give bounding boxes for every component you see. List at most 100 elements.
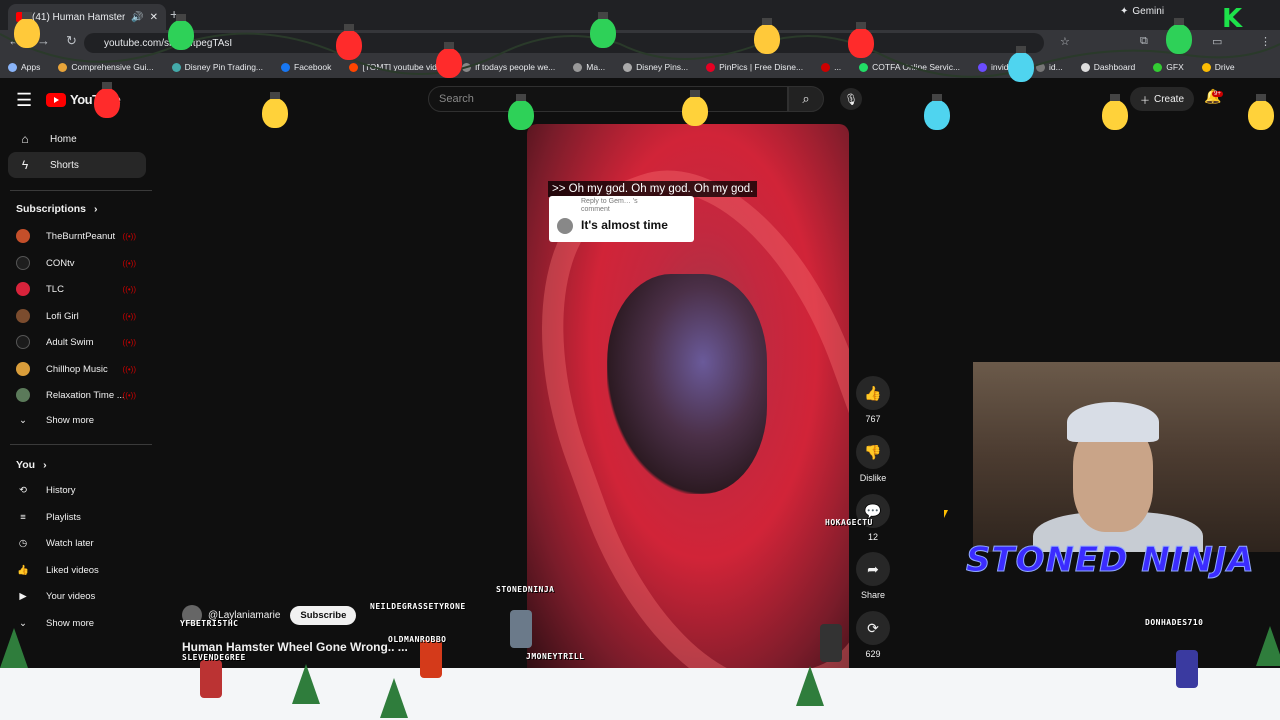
remix-icon: ⟳	[856, 611, 890, 645]
light-bulb-icon	[1248, 94, 1274, 130]
liked-videos-icon: 👍	[17, 565, 29, 576]
mouse-cursor-icon	[944, 510, 948, 518]
light-bulb-icon	[336, 24, 362, 60]
gemini-button[interactable]: ✦ Gemini	[1120, 6, 1164, 17]
sidebar-item-shorts[interactable]: ϟ Shorts	[8, 152, 146, 178]
reply-comment-sticker: Reply to Gem… 's comment It's almost tim…	[549, 196, 694, 242]
christmas-tree-icon	[292, 664, 320, 704]
chat-sprite	[200, 660, 222, 698]
watch-later-icon: ◷	[18, 538, 28, 549]
divider	[10, 190, 152, 191]
chat-sprite	[1176, 650, 1198, 688]
stream-brand-text: STONED NINJA	[966, 540, 1255, 581]
subscription-item[interactable]: TLC ((•))	[16, 282, 144, 296]
light-bulb-icon	[94, 82, 120, 118]
like-count: 767	[865, 414, 881, 424]
playlists-icon: ≡	[20, 512, 26, 523]
avatar	[16, 229, 30, 243]
avatar	[557, 218, 573, 234]
sidebar-item-your-videos[interactable]: ▶ Your videos	[16, 591, 144, 602]
subscription-item[interactable]: CONtv ((•))	[16, 256, 144, 270]
chatter-name: DONHADES710	[1145, 618, 1204, 627]
streamer-cap	[1067, 402, 1159, 442]
sidebar-item-watch-later[interactable]: ◷ Watch later	[16, 538, 144, 549]
sidebar-item-liked-videos[interactable]: 👍 Liked videos	[16, 565, 144, 576]
history-icon: ⟲	[19, 485, 27, 496]
thumbs-up-icon: 👍	[856, 376, 890, 410]
home-icon: ⌂	[21, 132, 29, 146]
chatter-name: NEILDEGRASSETYRONE	[370, 602, 466, 611]
shorts-icon: ϟ	[21, 158, 29, 172]
show-more-you[interactable]: ⌄ Show more	[16, 618, 144, 629]
christmas-tree-icon	[796, 666, 824, 706]
light-bulb-icon	[168, 14, 194, 50]
you-heading[interactable]: You ›	[16, 459, 47, 471]
chatter-name: SLEVENDEGREE	[182, 653, 246, 662]
tab-audio-icon[interactable]: 🔊	[131, 12, 143, 23]
sidebar-item-history[interactable]: ⟲ History	[16, 485, 144, 496]
avatar	[16, 362, 30, 376]
chevron-right-icon: ›	[94, 203, 98, 215]
video-title[interactable]: Human Hamster Wheel Gone Wrong.. ...	[182, 640, 408, 654]
sidebar-item-home[interactable]: ⌂ Home	[8, 126, 146, 152]
gemini-label: Gemini	[1132, 6, 1165, 17]
sidebar-item-playlists[interactable]: ≡ Playlists	[16, 512, 144, 523]
gemini-icon: ✦	[1120, 6, 1129, 17]
light-bulb-icon	[508, 94, 534, 130]
live-indicator-icon: ((•))	[122, 311, 136, 321]
light-bulb-icon	[1008, 46, 1034, 82]
live-indicator-icon: ((•))	[122, 284, 136, 294]
video-caption: >> Oh my god. Oh my god. Oh my god.	[548, 181, 758, 197]
live-indicator-icon: ((•))	[122, 390, 136, 400]
tab-close-icon[interactable]: ✕	[150, 12, 158, 23]
share-label: Share	[860, 590, 886, 600]
subscription-item[interactable]: Chillhop Music ((•))	[16, 362, 144, 376]
light-bulb-icon	[754, 18, 780, 54]
light-bulb-icon	[682, 90, 708, 126]
avatar	[16, 282, 30, 296]
subscription-item[interactable]: Lofi Girl ((•))	[16, 309, 144, 323]
chatter-name: YFBETRI5THC	[180, 619, 239, 628]
share-button[interactable]: ➦ Share	[856, 552, 890, 600]
light-bulb-icon	[436, 42, 462, 78]
sidebar-item-label: Home	[50, 133, 77, 145]
light-bulb-icon	[1166, 18, 1192, 54]
light-bulb-icon	[590, 12, 616, 48]
light-bulb-icon	[924, 94, 950, 130]
live-indicator-icon: ((•))	[122, 364, 136, 374]
christmas-tree-icon	[380, 678, 408, 718]
christmas-tree-icon	[1256, 626, 1280, 666]
live-indicator-icon: ((•))	[122, 258, 136, 268]
reply-to-label: Reply to Gem… 's	[581, 198, 638, 205]
light-bulb-icon	[262, 92, 288, 128]
avatar	[16, 309, 30, 323]
chatter-name: OLDMANROBBO	[388, 635, 447, 644]
reply-comment-label: comment	[581, 206, 610, 213]
avatar	[16, 388, 30, 402]
dislike-button[interactable]: 👎 Dislike	[856, 435, 890, 483]
chevron-down-icon: ⌄	[19, 415, 27, 426]
chatter-name: JMONEYTRILL	[526, 652, 585, 661]
subscriptions-heading[interactable]: Subscriptions ›	[16, 203, 98, 215]
light-bulb-icon	[1102, 94, 1128, 130]
show-more-subscriptions[interactable]: ⌄ Show more	[16, 415, 144, 426]
remix-count: 629	[865, 649, 881, 659]
chat-sprite	[820, 624, 842, 662]
dislike-label: Dislike	[859, 473, 887, 483]
light-bulb-icon	[14, 12, 40, 48]
share-icon: ➦	[856, 552, 890, 586]
remix-button[interactable]: ⟳ 629	[856, 611, 890, 659]
christmas-tree-icon	[0, 628, 28, 668]
comment-count: 12	[867, 532, 878, 542]
live-indicator-icon: ((•))	[122, 231, 136, 241]
like-button[interactable]: 👍 767	[856, 376, 890, 424]
reply-comment-text: It's almost time	[581, 218, 668, 232]
chatter-name: STONEDNINJA	[496, 585, 555, 594]
thumbs-down-icon: 👎	[856, 435, 890, 469]
subscription-item[interactable]: Adult Swim ((•))	[16, 335, 144, 349]
subscription-item[interactable]: Relaxation Time ... ((•))	[16, 388, 144, 402]
subscribe-button[interactable]: Subscribe	[290, 605, 357, 625]
chat-sprite	[510, 610, 532, 648]
tab-title: (41) Human Hamster Whee	[32, 11, 126, 23]
subscription-item[interactable]: TheBurntPeanut ((•))	[16, 229, 144, 243]
